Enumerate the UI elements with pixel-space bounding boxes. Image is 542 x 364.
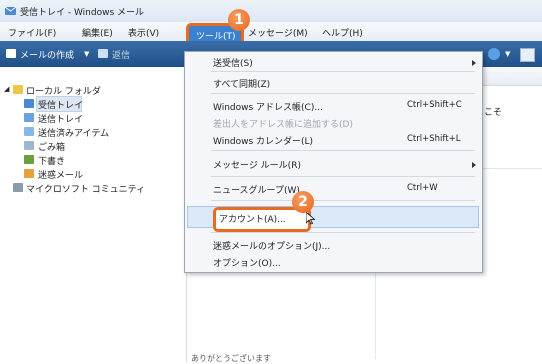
menuitem-send-receive[interactable]: 送受信(S) — [213, 56, 253, 69]
menuitem-address-book[interactable]: Windows アドレス帳(C)... — [213, 100, 323, 113]
drafts-icon — [24, 155, 34, 164]
newsgroup-icon — [13, 183, 23, 192]
layout-icon[interactable] — [520, 48, 535, 62]
mouse-cursor-icon — [305, 211, 316, 228]
shortcut-calendar: Ctrl+Shift+L — [407, 134, 461, 144]
menuitem-junk-options[interactable]: 迷惑メールのオプション(J)... — [213, 239, 330, 252]
submenu-arrow-icon — [472, 162, 476, 168]
folder-sent[interactable]: 送信済みアイテム — [38, 126, 109, 139]
folder-outbox[interactable]: 送信トレイ — [38, 112, 83, 125]
mail-app-icon — [4, 5, 17, 16]
folder-drafts[interactable]: 下書き — [38, 154, 65, 167]
toolbar-chevron-icon[interactable]: ▼ — [505, 50, 510, 58]
junk-icon — [24, 169, 34, 178]
menu-separator — [211, 93, 475, 94]
menuitem-newsgroups[interactable]: ニュースグループ(W) — [213, 183, 300, 196]
new-mail-icon — [6, 49, 16, 58]
menu-help[interactable]: ヘルプ(H) — [322, 26, 363, 39]
menuitem-calendar[interactable]: Windows カレンダー(L) — [213, 134, 313, 147]
welcome-text: こそ — [484, 108, 503, 118]
status-text: ありがとうございます — [191, 354, 271, 363]
reply-icon — [98, 49, 108, 58]
outbox-icon — [24, 113, 34, 122]
folder-junk[interactable]: 迷惑メール — [38, 168, 83, 181]
trash-icon — [24, 141, 34, 150]
expand-icon[interactable]: ◢ — [4, 85, 9, 93]
reply-button[interactable]: 返信 — [112, 48, 130, 61]
menu-separator — [211, 150, 475, 151]
folder-trash[interactable]: ごみ箱 — [38, 140, 65, 153]
menu-bar: ファイル(F) 編集(E) 表示(V) メッセージ(M) ヘルプ(H) — [0, 22, 542, 42]
inbox-icon — [24, 99, 34, 108]
menu-view[interactable]: 表示(V) — [128, 26, 159, 39]
menuitem-message-rules[interactable]: メッセージ ルール(R) — [213, 158, 301, 171]
step-badge-2: 2 — [292, 191, 314, 213]
shortcut-newsgroups: Ctrl+W — [407, 183, 438, 193]
menuitem-accounts[interactable]: アカウント(A)... — [219, 212, 286, 225]
menu-edit[interactable]: 編集(E) — [82, 26, 113, 39]
menu-message[interactable]: メッセージ(M) — [248, 26, 308, 39]
menuitem-sync-all[interactable]: すべて同期(Z) — [213, 77, 270, 90]
tools-menu-dropdown: 送受信(S) すべて同期(Z) Windows アドレス帳(C)... Ctrl… — [184, 51, 483, 273]
window-title: 受信トレイ - Windows メール — [20, 8, 145, 18]
shortcut-address-book: Ctrl+Shift+C — [407, 100, 462, 110]
folder-pane: ◢ ローカル フォルダ 受信トレイ 送信トレイ 送信済みアイテム ごみ箱 下書き… — [0, 67, 187, 362]
title-bar: 受信トレイ - Windows メール — [0, 0, 542, 23]
new-mail-button[interactable]: メールの作成 — [20, 48, 74, 61]
menu-file[interactable]: ファイル(F) — [8, 26, 56, 39]
toolbar-action-icon[interactable] — [488, 48, 500, 60]
step-badge-1: 1 — [228, 9, 250, 31]
newsgroup-microsoft-community[interactable]: マイクロソフト コミュニティ — [26, 182, 145, 195]
menuitem-add-sender: 差出人をアドレス帳に追加する(D) — [213, 120, 353, 130]
submenu-arrow-icon — [472, 60, 476, 66]
folder-inbox[interactable]: 受信トレイ — [38, 98, 83, 111]
menu-separator — [211, 232, 475, 233]
dropdown-arrow-icon[interactable]: ▼ — [84, 50, 89, 58]
menu-separator — [211, 71, 475, 72]
sent-items-icon — [24, 127, 34, 136]
menu-separator — [211, 176, 475, 177]
menuitem-options[interactable]: オプション(O)... — [213, 256, 281, 269]
folder-icon — [13, 85, 23, 94]
menu-separator — [211, 200, 475, 201]
